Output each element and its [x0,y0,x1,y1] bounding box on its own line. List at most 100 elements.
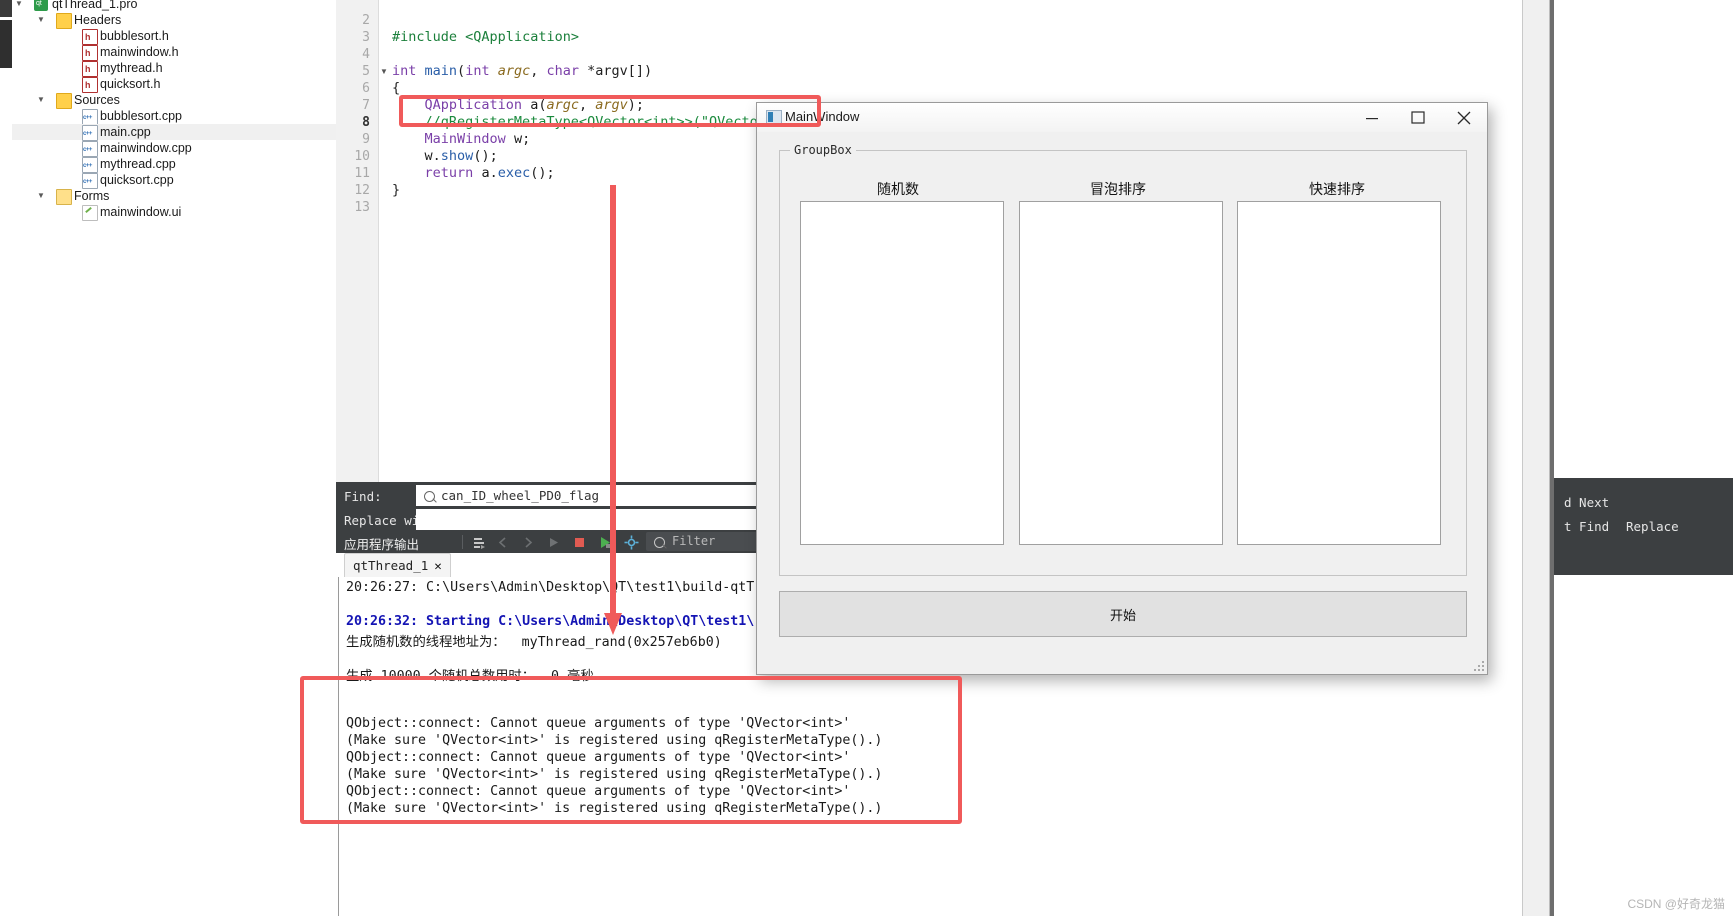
header-file-icon [82,29,98,45]
replace-button[interactable]: Replace [1626,519,1679,534]
left-strip-segment-bottom [0,72,12,132]
tree-item-label: mainwindow.h [100,45,179,59]
rerun-icon[interactable] [598,535,613,550]
mainwindow-titlebar[interactable]: MainWindow [757,103,1487,133]
tree-item-bubblesort-h[interactable]: bubblesort.h [12,28,336,45]
folder-icon [56,189,72,205]
console-line: (Make sure 'QVector<int>' is registered … [346,801,883,816]
tree-item-label: bubblesort.h [100,29,169,43]
settings-icon[interactable] [624,535,639,550]
resize-grip[interactable] [1474,661,1484,671]
list-bubble-sort[interactable] [1019,201,1223,545]
tree-item-headers[interactable]: ▼ Headers [12,12,336,29]
tree-expand-arrow[interactable]: ▼ [36,188,46,204]
tree-item-quicksort-cpp[interactable]: quicksort.cpp [12,172,336,190]
cpp-file-icon [82,125,98,142]
code-line[interactable]: return a.exec(); [392,165,555,182]
right-panel-grey-column [1523,0,1550,916]
toolbar-separator [462,535,463,549]
tree-expand-arrow[interactable]: ▼ [36,92,46,108]
magnifier-icon [424,491,435,502]
code-line[interactable]: } [392,182,400,199]
line-number: 11 [354,166,370,181]
prev-icon[interactable] [496,535,511,550]
stop-icon[interactable] [572,535,587,550]
code-line[interactable]: w.show(); [392,148,498,165]
find-label: Find: [344,489,382,504]
folder-icon [56,93,72,109]
code-line[interactable]: QApplication a(argc, argv); [392,97,645,114]
line-number: 10 [354,149,370,164]
close-icon[interactable] [1441,103,1487,132]
tree-item-qtthread-1-pro[interactable]: ▼ qtThread_1.pro [12,0,336,12]
tree-item-quicksort-h[interactable]: quicksort.h [12,76,336,93]
tree-item-forms[interactable]: ▼ Forms [12,188,336,205]
tree-item-mythread-h[interactable]: mythread.h [12,60,336,77]
run-icon[interactable] [546,535,561,550]
application-output-title: 应用程序输出 [344,538,420,552]
console-line: QObject::connect: Cannot queue arguments… [346,716,851,731]
console-line: QObject::connect: Cannot queue arguments… [346,784,851,799]
find-button[interactable]: t Find [1564,519,1609,534]
mainwindow-title: MainWindow [785,109,860,124]
groupbox: GroupBox 随机数 冒泡排序 快速排序 [779,143,1467,576]
ui-file-icon [82,205,98,221]
minimize-icon[interactable] [1349,103,1395,132]
column-header-quick: 快速排序 [1309,181,1365,197]
right-side-panels: d Next t Find Replace [1486,0,1733,916]
tree-expand-arrow[interactable]: ▼ [36,12,46,28]
cpp-file-icon [82,109,98,126]
find-next-button[interactable]: d Next [1564,495,1609,510]
tree-item-mainwindow-cpp[interactable]: mainwindow.cpp [12,140,336,158]
tree-item-label: Forms [74,189,110,203]
tree-item-label: main.cpp [100,125,151,139]
maximize-icon[interactable] [1395,103,1441,132]
tree-expand-arrow[interactable]: ▼ [14,0,24,12]
tree-item-main-cpp[interactable]: main.cpp [12,124,336,142]
line-number: 8 [362,115,370,130]
folder-icon [56,13,72,29]
tree-item-mainwindow-ui[interactable]: mainwindow.ui [12,204,336,221]
console-left-rule [338,577,339,916]
tree-item-mainwindow-h[interactable]: mainwindow.h [12,44,336,61]
code-line[interactable]: { [392,80,400,97]
tree-item-mythread-cpp[interactable]: mythread.cpp [12,156,336,174]
cpp-file-icon [82,141,98,158]
list-random[interactable] [800,201,1004,545]
line-number: 6 [362,81,370,96]
right-panel-upper-white [1554,0,1733,478]
fold-marker[interactable]: ▼ [380,63,390,80]
tree-item-label: Headers [74,13,122,27]
console-line: 20:26:32: Starting C:\Users\Admin\Deskto… [346,614,755,629]
header-file-icon [82,77,98,93]
right-panel-find-controls[interactable]: d Next t Find Replace [1554,478,1733,575]
list-quick-sort[interactable] [1237,201,1441,545]
left-strip-segment-top [0,0,12,17]
tree-item-label: qtThread_1.pro [52,0,138,11]
line-number: 9 [362,132,370,147]
mainwindow-dialog[interactable]: MainWindow GroupBox 随机数 冒泡排序 快速排序 开始 [756,102,1488,675]
tree-item-label: quicksort.h [100,77,161,91]
groupbox-legend: GroupBox [790,143,856,157]
console-line: 20:26:27: C:\Users\Admin\Desktop\QT\test… [346,580,755,595]
right-panel-white-column [1486,0,1523,916]
line-number: 5 [362,64,370,79]
tree-item-sources[interactable]: ▼ Sources [12,92,336,109]
project-tree[interactable]: ▼ qtThread_1.pro ▼ Headers bubblesort.h mainw… [12,0,336,480]
next-icon[interactable] [520,535,535,550]
tree-item-label: mainwindow.cpp [100,141,192,155]
tab-label: qtThread_1 [353,558,429,573]
word-wrap-icon[interactable] [472,535,487,550]
code-line[interactable]: #include <QApplication> [392,29,579,46]
tree-item-label: bubblesort.cpp [100,109,183,123]
code-line[interactable]: int main(int argc, char *argv[]) [392,63,652,80]
tab-qtthread-1[interactable]: qtThread_1 ✕ [344,553,451,578]
editor-gutter: 2 3 4 5 6 7 8 9 10 11 12 13 [336,0,379,482]
start-button[interactable]: 开始 [779,591,1467,637]
code-line[interactable]: MainWindow w; [392,131,531,148]
close-x-icon[interactable]: ✕ [434,558,442,573]
app-window-icon [766,110,782,126]
tree-item-bubblesort-cpp[interactable]: bubblesort.cpp [12,108,336,126]
qt-project-icon [34,0,48,12]
header-file-icon [82,61,98,77]
